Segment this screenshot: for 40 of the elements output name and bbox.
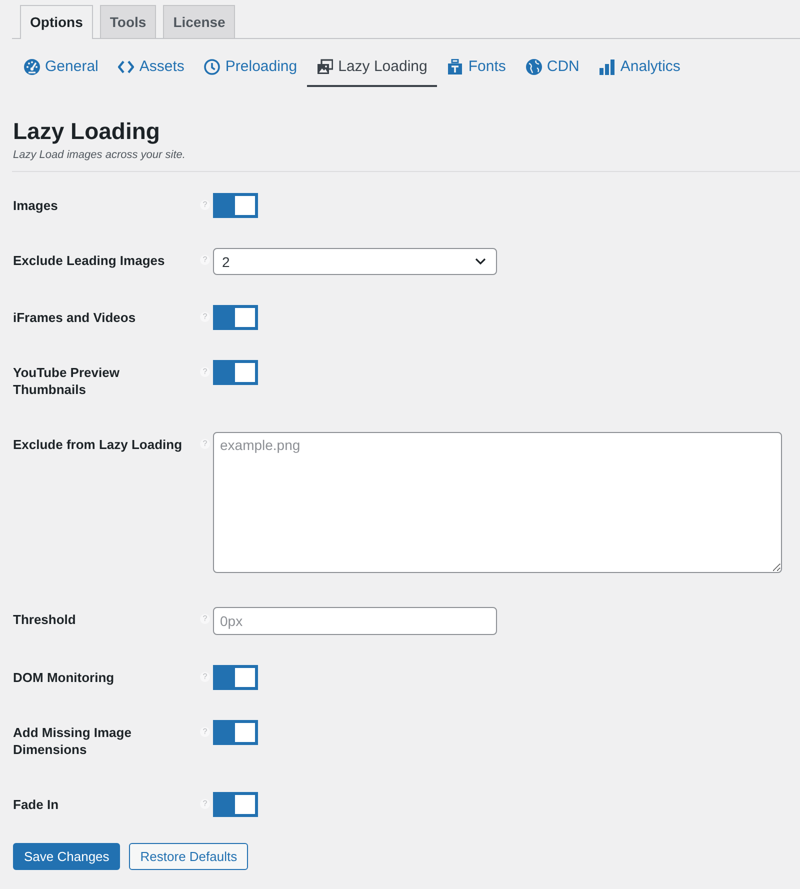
section-link[interactable]: Assets: [108, 48, 194, 87]
section-link[interactable]: CDN: [516, 48, 590, 87]
textarea-field[interactable]: example.png: [213, 432, 782, 573]
field-label: Images: [13, 197, 59, 215]
section-description: Lazy Load images across your site.: [13, 148, 186, 162]
toggle-switch[interactable]: [213, 665, 258, 690]
field-label: YouTube Preview Thumbnails: [13, 364, 120, 399]
section-link[interactable]: Lazy Loading: [307, 48, 438, 87]
code-icon: [118, 59, 134, 75]
section-link[interactable]: General: [14, 48, 108, 87]
secondary-button[interactable]: Restore Defaults: [129, 843, 248, 870]
field-label: Fade In: [13, 796, 60, 814]
nav-tab[interactable]: Tools: [100, 5, 156, 38]
text-field[interactable]: 0px: [213, 607, 497, 635]
text-box-icon: [447, 59, 464, 75]
section-title: Lazy Loading: [13, 117, 161, 146]
field-label: iFrames and Videos: [13, 309, 137, 327]
section-link[interactable]: Analytics: [589, 48, 690, 87]
toggle-switch[interactable]: [213, 792, 258, 817]
toggle-switch[interactable]: [213, 305, 258, 330]
toggle-switch[interactable]: [213, 360, 258, 385]
gauge-icon: [24, 59, 40, 75]
bar-chart-icon: [599, 59, 616, 75]
clock-icon: [204, 59, 220, 75]
nav-tab[interactable]: License: [163, 5, 236, 38]
field-label: Exclude from Lazy Loading: [13, 436, 184, 454]
section-link[interactable]: Preloading: [194, 48, 308, 87]
globe-icon: [526, 59, 542, 75]
toggle-switch[interactable]: [213, 193, 258, 218]
field-label: Exclude Leading Images: [13, 252, 166, 270]
chevron-down-icon: [475, 258, 486, 265]
field-label: Add Missing Image Dimensions: [13, 724, 132, 759]
images-icon: [317, 59, 334, 75]
dropdown[interactable]: 2: [213, 248, 497, 275]
primary-button[interactable]: Save Changes: [13, 843, 120, 870]
section-link[interactable]: Fonts: [437, 48, 516, 87]
toggle-switch[interactable]: [213, 720, 258, 745]
field-label: DOM Monitoring: [13, 669, 116, 687]
field-label: Threshold: [13, 611, 77, 629]
nav-tab[interactable]: Options: [20, 5, 93, 39]
